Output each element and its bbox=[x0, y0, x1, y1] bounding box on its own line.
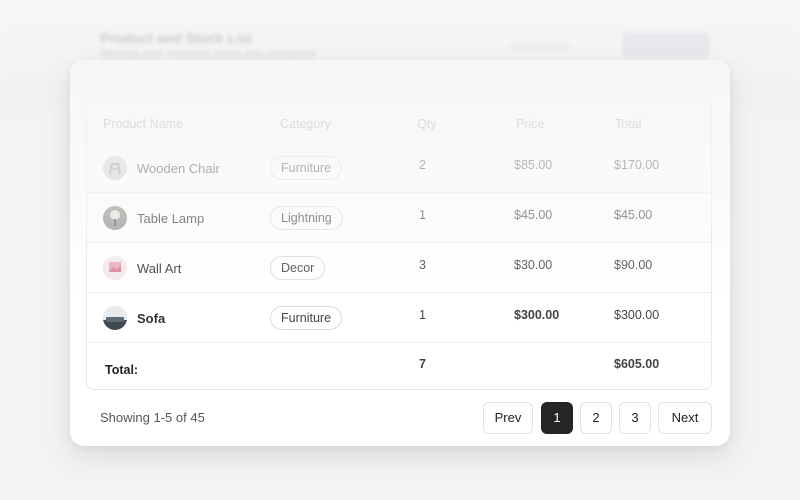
lamp-thumbnail bbox=[103, 206, 127, 230]
header-total[interactable]: Total bbox=[615, 117, 641, 131]
price-value: $30.00 bbox=[514, 258, 553, 272]
total-value: $300.00 bbox=[614, 308, 660, 322]
price-value: $45.00 bbox=[514, 208, 553, 222]
price-value: $300.00 bbox=[514, 308, 560, 322]
total-row: Total: 7 $605.00 bbox=[87, 343, 711, 389]
total-value: $45.00 bbox=[614, 208, 653, 222]
sofa-thumbnail bbox=[103, 306, 127, 330]
product-table: Product Name Category Qty Price Total Wo… bbox=[86, 96, 712, 390]
background-placeholder bbox=[510, 42, 570, 50]
page-2-button[interactable]: 2 bbox=[580, 402, 612, 434]
chair-thumbnail bbox=[103, 156, 127, 180]
total-label: Total: bbox=[105, 363, 139, 377]
pagination-summary: Showing 1-5 of 45 bbox=[100, 410, 205, 425]
background-subtitle: Manage your inventory items and categori… bbox=[100, 48, 317, 60]
category-badge: Lightning bbox=[270, 206, 343, 230]
qty-value: 2 bbox=[419, 158, 426, 172]
category-badge: Furniture bbox=[270, 156, 343, 180]
product-name: Wooden Chair bbox=[137, 161, 220, 176]
header-price[interactable]: Price bbox=[516, 117, 544, 131]
background-button bbox=[622, 32, 710, 58]
header-qty[interactable]: Qty bbox=[417, 117, 436, 131]
table-row[interactable]: Wall Art Decor 3 $30.00 $90.00 bbox=[87, 243, 711, 293]
background-title: Product and Stock List bbox=[100, 30, 253, 46]
product-name: Wall Art bbox=[137, 261, 182, 276]
qty-value: 1 bbox=[419, 208, 426, 222]
total-qty: 7 bbox=[419, 357, 426, 371]
qty-value: 3 bbox=[419, 258, 426, 272]
table-row[interactable]: Table Lamp Lightning 1 $45.00 $45.00 bbox=[87, 193, 711, 243]
header-product-name[interactable]: Product Name bbox=[103, 117, 183, 131]
price-value: $85.00 bbox=[514, 158, 553, 172]
prev-button[interactable]: Prev bbox=[483, 402, 533, 434]
total-value: $170.00 bbox=[614, 158, 660, 172]
page-3-button[interactable]: 3 bbox=[619, 402, 651, 434]
header-category[interactable]: Category bbox=[280, 117, 331, 131]
product-name: Table Lamp bbox=[137, 211, 205, 226]
qty-value: 1 bbox=[419, 308, 426, 322]
table-row[interactable]: Sofa Furniture 1 $300.00 $300.00 bbox=[87, 293, 711, 343]
category-badge: Decor bbox=[270, 256, 326, 280]
page-1-button[interactable]: 1 bbox=[541, 402, 573, 434]
product-name: Sofa bbox=[137, 311, 166, 326]
category-badge: Furniture bbox=[270, 306, 343, 330]
grand-total: $605.00 bbox=[614, 357, 660, 371]
table-row[interactable]: Wooden Chair Furniture 2 $85.00 $170.00 bbox=[87, 143, 711, 193]
next-button[interactable]: Next bbox=[658, 402, 712, 434]
wall-art-thumbnail bbox=[103, 256, 127, 280]
total-value: $90.00 bbox=[614, 258, 653, 272]
table-header: Product Name Category Qty Price Total bbox=[87, 97, 711, 143]
product-table-card: Product Name Category Qty Price Total Wo… bbox=[70, 60, 730, 446]
